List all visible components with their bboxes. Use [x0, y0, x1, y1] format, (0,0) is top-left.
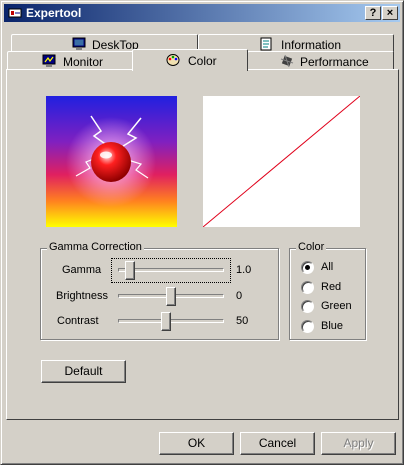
- brightness-slider-thumb[interactable]: [166, 287, 176, 306]
- radio-blue-label: Blue: [321, 320, 344, 332]
- contrast-value: 50: [236, 315, 249, 327]
- contrast-slider-track: [118, 319, 224, 323]
- contrast-slider-thumb[interactable]: [161, 312, 171, 331]
- radio-all-label: All: [321, 261, 334, 273]
- expertool-window: Expertool ? × DeskTop Information Monito…: [0, 0, 404, 465]
- tab-information-label: Information: [281, 38, 342, 52]
- gamma-slider[interactable]: [111, 258, 231, 283]
- radio-red-label: Red: [321, 281, 342, 293]
- tab-performance-label: Performance: [300, 55, 369, 69]
- color-channel-group: Color All Red Green Blue: [289, 241, 366, 340]
- brightness-slider[interactable]: [112, 285, 230, 308]
- radio-blue[interactable]: [301, 320, 314, 333]
- app-icon: [7, 6, 23, 20]
- gamma-value: 1.0: [236, 264, 252, 276]
- tab-color[interactable]: Color: [132, 49, 248, 71]
- gamma-curve-graph: [202, 95, 361, 228]
- radio-green[interactable]: [301, 300, 314, 313]
- monitor-icon: [42, 54, 56, 68]
- default-button[interactable]: Default: [41, 360, 126, 383]
- tab-monitor[interactable]: Monitor: [7, 51, 134, 70]
- tab-panel-color: Gamma Correction Gamma 1.0 Brightness 0 …: [6, 69, 399, 420]
- color-preview-image: [46, 96, 177, 227]
- radio-all[interactable]: [301, 261, 314, 274]
- contrast-label: Contrast: [57, 315, 99, 327]
- title-bar[interactable]: Expertool ? ×: [4, 4, 400, 22]
- color-channel-title: Color: [296, 241, 327, 253]
- radio-red[interactable]: [301, 281, 314, 294]
- gamma-curve-line: [202, 95, 361, 228]
- tab-color-label: Color: [188, 54, 217, 68]
- close-button[interactable]: ×: [382, 6, 398, 20]
- brightness-label: Brightness: [56, 290, 108, 302]
- gamma-correction-title: Gamma Correction: [47, 241, 144, 253]
- radio-green-label: Green: [321, 300, 352, 312]
- apply-button[interactable]: Apply: [321, 432, 396, 455]
- contrast-slider[interactable]: [112, 310, 230, 333]
- gamma-label: Gamma: [62, 264, 102, 276]
- ok-button[interactable]: OK: [159, 432, 234, 455]
- tab-monitor-label: Monitor: [63, 55, 104, 69]
- cancel-button[interactable]: Cancel: [240, 432, 315, 455]
- help-button[interactable]: ?: [365, 6, 381, 20]
- window-title: Expertool: [26, 6, 82, 20]
- gamma-correction-group: Gamma Correction Gamma 1.0 Brightness 0 …: [40, 241, 279, 340]
- desktop-monitor-icon: [72, 37, 86, 51]
- color-palette-icon: [166, 53, 180, 67]
- gamma-slider-thumb[interactable]: [125, 261, 135, 280]
- information-document-icon: [259, 37, 273, 51]
- performance-chip-icon: [280, 54, 294, 68]
- tab-performance[interactable]: Performance: [247, 51, 394, 70]
- brightness-value: 0: [236, 290, 243, 302]
